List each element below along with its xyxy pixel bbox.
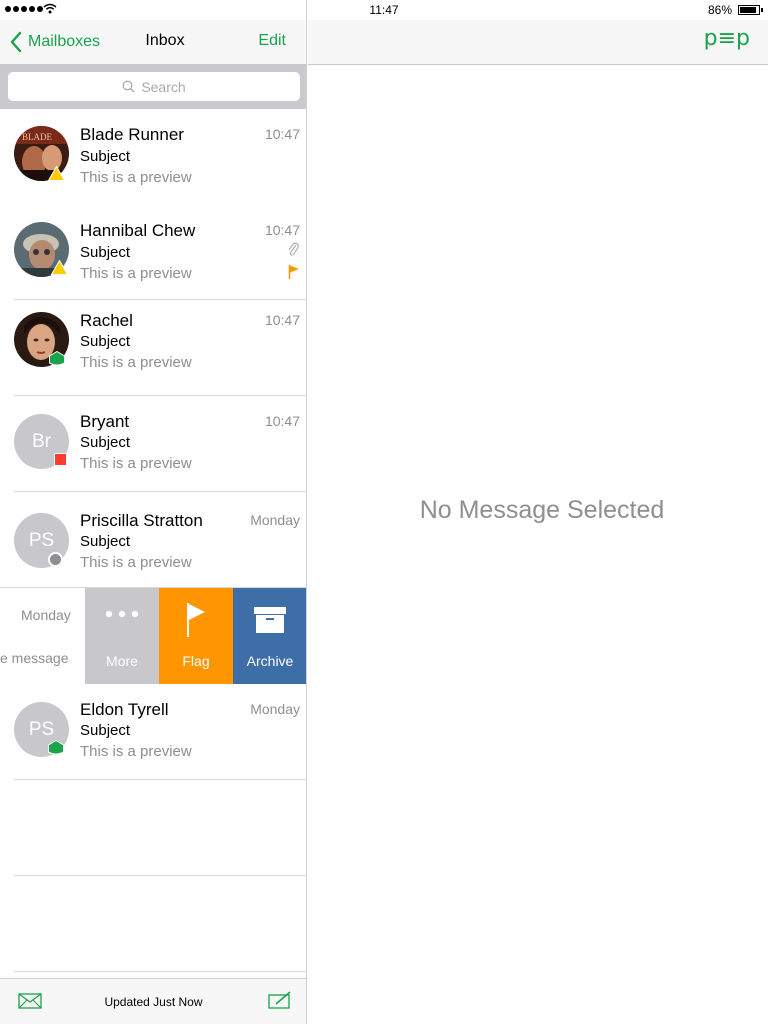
search-input[interactable]: Search	[8, 72, 300, 101]
list-nav-bar: Mailboxes Inbox Edit	[0, 20, 306, 65]
battery-percent: 86%	[708, 3, 733, 17]
warning-trust-icon	[48, 166, 65, 181]
archive-action-button[interactable]: Archive	[233, 588, 306, 684]
message-subject: Subject	[80, 434, 131, 451]
empty-row	[0, 780, 306, 876]
message-time: 10:47	[264, 413, 300, 429]
list-item[interactable]: BLADE Blade Runner Subject This is a pre…	[0, 109, 306, 205]
detail-nav-bar: p≡p	[308, 20, 768, 65]
message-preview: This is a preview	[80, 743, 192, 760]
search-bar: Search	[0, 65, 306, 109]
pep-logo[interactable]: p≡p	[704, 26, 750, 51]
message-subject: Subject	[80, 533, 131, 550]
message-preview: e message	[0, 650, 69, 666]
archive-label: Archive	[246, 653, 294, 669]
no-message-placeholder: No Message Selected	[419, 496, 665, 524]
list-item[interactable]: PS Priscilla Stratton Subject This is a …	[0, 492, 306, 588]
message-preview: This is a preview	[80, 169, 192, 186]
page-title: Inbox	[145, 32, 185, 49]
message-time: Monday	[250, 512, 300, 528]
flag-label: Flag	[182, 653, 210, 669]
message-preview: This is a preview	[80, 554, 192, 571]
back-label: Mailboxes	[28, 33, 101, 50]
message-subject: Subject	[80, 244, 131, 261]
svg-text:BLADE: BLADE	[22, 132, 52, 142]
unknown-status-icon	[48, 552, 63, 567]
message-preview: This is a preview	[80, 354, 192, 371]
sender-name: Hannibal Chew	[80, 221, 196, 240]
flag-action-button[interactable]: Flag	[159, 588, 233, 684]
message-time: 10:47	[264, 222, 300, 238]
mistrusted-square-icon	[54, 453, 67, 466]
trusted-shield-icon	[49, 351, 65, 366]
flag-icon	[187, 603, 205, 637]
list-item[interactable]: Br Bryant Subject This is a preview 10:4…	[0, 396, 306, 492]
search-placeholder: Search	[141, 78, 186, 95]
list-item[interactable]: PS Eldon Tyrell Subject This is a previe…	[0, 684, 306, 780]
more-dots-icon	[105, 610, 139, 618]
paperclip-icon	[288, 242, 299, 256]
swiped-list-item[interactable]: Monday e message More Flag Archive	[0, 588, 306, 684]
warning-trust-icon	[51, 260, 68, 275]
sender-name: Rachel	[80, 311, 133, 330]
message-time: Monday	[250, 701, 300, 717]
back-mailboxes-button[interactable]: Mailboxes	[10, 29, 100, 55]
more-label: More	[106, 653, 138, 669]
sender-name: Eldon Tyrell	[80, 700, 169, 719]
message-time: 10:47	[264, 312, 300, 328]
status-time: 11:47	[369, 3, 399, 17]
chevron-left-icon	[10, 31, 22, 53]
mail-app: Mailboxes Inbox Edit Search BLADE Blade …	[0, 0, 768, 1024]
message-time: Monday	[21, 607, 71, 623]
row-divider	[14, 971, 306, 972]
flag-icon	[288, 265, 299, 279]
message-list-pane: Mailboxes Inbox Edit Search BLADE Blade …	[0, 0, 307, 1024]
message-subject: Subject	[80, 148, 131, 165]
status-bar: 11:47 86%	[0, 0, 768, 20]
list-item[interactable]: Hannibal Chew Subject This is a preview …	[0, 204, 306, 300]
message-subject: Subject	[80, 333, 131, 350]
message-time: 10:47	[264, 126, 300, 142]
message-subject: Subject	[80, 722, 131, 739]
edit-button[interactable]: Edit	[258, 32, 286, 50]
empty-row	[0, 876, 306, 972]
sender-name: Bryant	[80, 412, 130, 431]
battery-icon	[738, 5, 763, 15]
search-icon	[122, 80, 135, 93]
more-action-button[interactable]: More	[85, 588, 159, 684]
compose-icon[interactable]	[268, 991, 292, 1009]
sender-name: Priscilla Stratton	[80, 511, 203, 530]
archive-box-icon	[254, 607, 286, 633]
bottom-toolbar: Updated Just Now	[0, 978, 306, 1024]
message-preview: This is a preview	[80, 265, 192, 282]
sender-name: Blade Runner	[80, 125, 184, 144]
message-preview: This is a preview	[80, 455, 192, 472]
list-item[interactable]: Rachel Subject This is a preview 10:47	[0, 300, 306, 396]
trusted-shield-icon	[48, 740, 64, 755]
sync-status: Updated Just Now	[104, 995, 203, 1009]
